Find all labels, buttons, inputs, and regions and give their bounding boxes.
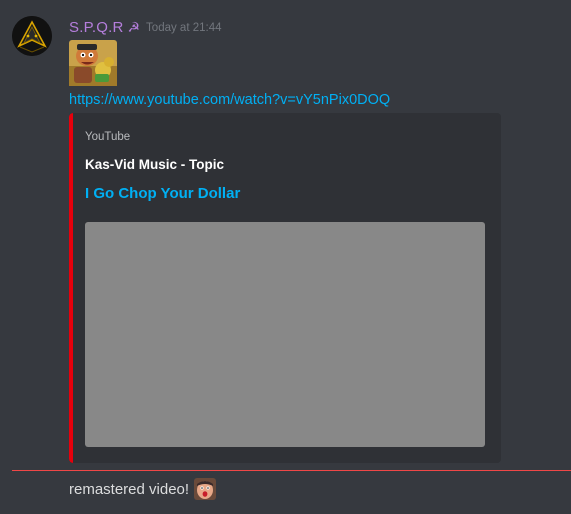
- username[interactable]: S.P.Q.R: [69, 19, 123, 36]
- shocked-face-emoji-icon[interactable]: [194, 478, 217, 500]
- sickle-icon: ☭: [127, 18, 141, 35]
- cartoon-character-icon: [69, 40, 117, 86]
- embed-accent-bar: [69, 113, 73, 463]
- embed-author[interactable]: Kas-Vid Music - Topic: [85, 157, 224, 172]
- user-avatar[interactable]: [12, 16, 52, 56]
- embed-provider[interactable]: YouTube: [85, 131, 130, 143]
- message-text: remastered video!: [69, 480, 190, 498]
- message-header: S.P.Q.R ☭ Today at 21:44: [69, 17, 222, 37]
- avatar-emblem-icon: [12, 16, 52, 56]
- video-thumbnail[interactable]: [85, 222, 485, 447]
- chat-message-2: remastered video!: [69, 478, 217, 500]
- video-embed: YouTube Kas-Vid Music - Topic I Go Chop …: [69, 113, 501, 463]
- timestamp: Today at 21:44: [146, 22, 222, 34]
- sticker-emoji[interactable]: [69, 40, 117, 86]
- embed-title[interactable]: I Go Chop Your Dollar: [85, 185, 240, 202]
- new-messages-divider: [12, 470, 571, 471]
- youtube-link[interactable]: https://www.youtube.com/watch?v=vY5nPix0…: [69, 92, 390, 108]
